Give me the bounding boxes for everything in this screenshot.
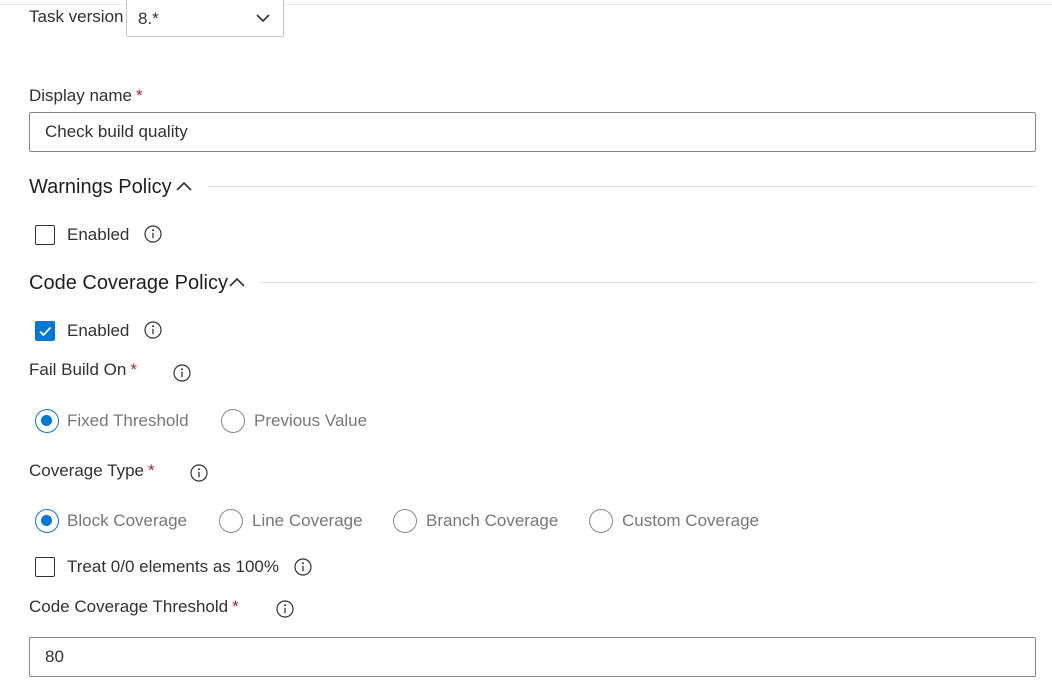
fixed-threshold-label[interactable]: Fixed Threshold (67, 411, 189, 431)
info-icon[interactable] (144, 321, 162, 344)
previous-value-label[interactable]: Previous Value (254, 411, 367, 431)
display-name-label: Display name * (29, 86, 143, 105)
chevron-down-icon (255, 10, 271, 31)
block-coverage-radio[interactable] (35, 509, 59, 533)
line-coverage-label[interactable]: Line Coverage (252, 511, 363, 531)
info-icon[interactable] (276, 600, 294, 623)
custom-coverage-label[interactable]: Custom Coverage (622, 511, 759, 531)
coverage-enabled-label[interactable]: Enabled (67, 321, 129, 341)
display-name-field[interactable] (29, 112, 1036, 152)
code-coverage-policy-title[interactable]: Code Coverage Policy (29, 272, 228, 295)
coverage-enabled-checkbox[interactable] (35, 321, 55, 341)
display-name-input[interactable] (30, 113, 1035, 151)
branch-coverage-label[interactable]: Branch Coverage (426, 511, 558, 531)
branch-coverage-radio[interactable] (393, 509, 417, 533)
fixed-threshold-radio[interactable] (35, 409, 59, 433)
coverage-threshold-label: Code Coverage Threshold * (29, 597, 239, 616)
fail-build-on-label: Fail Build On * (29, 360, 137, 379)
warnings-policy-title[interactable]: Warnings Policy (29, 176, 172, 199)
task-version-dropdown[interactable]: 8.* (126, 0, 284, 37)
warnings-enabled-label[interactable]: Enabled (67, 225, 129, 245)
checkmark-icon (39, 326, 52, 337)
warnings-enabled-checkbox[interactable] (35, 225, 55, 245)
task-version-value: 8.* (138, 9, 159, 28)
chevron-up-icon[interactable] (228, 274, 246, 297)
coverage-threshold-input[interactable] (30, 638, 1035, 676)
task-version-label: Task version (29, 7, 124, 26)
previous-value-radio[interactable] (221, 409, 245, 433)
coverage-threshold-field[interactable] (29, 637, 1036, 677)
chevron-up-icon[interactable] (175, 178, 193, 201)
custom-coverage-radio[interactable] (589, 509, 613, 533)
treat-zero-checkbox[interactable] (35, 557, 55, 577)
treat-zero-label[interactable]: Treat 0/0 elements as 100% (67, 557, 279, 577)
line-coverage-radio[interactable] (219, 509, 243, 533)
coverage-type-label: Coverage Type * (29, 461, 155, 480)
info-icon[interactable] (294, 558, 312, 581)
info-icon[interactable] (190, 464, 208, 487)
info-icon[interactable] (173, 364, 191, 387)
info-icon[interactable] (144, 225, 162, 248)
section-divider (260, 282, 1036, 283)
section-divider (208, 186, 1036, 187)
block-coverage-label[interactable]: Block Coverage (67, 511, 187, 531)
